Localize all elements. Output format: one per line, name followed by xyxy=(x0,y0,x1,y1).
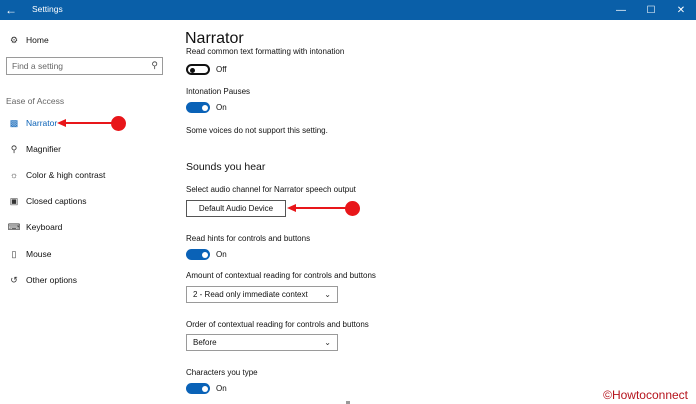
app-title: Settings xyxy=(32,4,63,14)
narrator-icon: ▩ xyxy=(9,117,19,128)
audio-channel-button[interactable]: Default Audio Device xyxy=(186,200,286,217)
title-bar xyxy=(0,0,696,20)
keyboard-icon: ⌨ xyxy=(7,221,21,232)
sidebar-item-label: Magnifier xyxy=(26,144,61,154)
read-hints-state: On xyxy=(216,250,227,259)
intonation-pauses-label: Intonation Pauses xyxy=(186,87,251,96)
page-title: Narrator xyxy=(185,30,244,47)
sidebar-item-label: Mouse xyxy=(26,249,52,259)
sidebar-item-label: Home xyxy=(26,35,49,45)
sidebar-item-other-options[interactable]: ↺ Other options xyxy=(6,271,77,289)
contextual-amount-select[interactable]: 2 - Read only immediate context ⌄ xyxy=(186,286,338,303)
sidebar-item-keyboard[interactable]: ⌨ Keyboard xyxy=(6,218,63,236)
search-icon[interactable]: ⚲ xyxy=(151,60,158,71)
magnifier-icon: ⚲ xyxy=(10,143,18,154)
closed-captions-icon: ▣ xyxy=(9,195,19,206)
annotation-arrow-line xyxy=(64,122,114,124)
watermark: ©Howtoconnect xyxy=(603,388,688,402)
chevron-down-icon: ⌄ xyxy=(324,338,331,347)
intonation-pauses-toggle[interactable] xyxy=(186,102,210,113)
sidebar-item-home[interactable]: ⚙ Home xyxy=(6,31,49,49)
chevron-down-icon: ⌄ xyxy=(324,290,331,299)
voices-note: Some voices do not support this setting. xyxy=(186,126,328,135)
sidebar-item-narrator[interactable]: ▩ Narrator xyxy=(6,114,57,132)
maximize-button[interactable]: ☐ xyxy=(636,0,666,20)
section-label: Ease of Access xyxy=(6,96,65,106)
sidebar-item-closed-captions[interactable]: ▣ Closed captions xyxy=(6,192,87,210)
contextual-order-value: Before xyxy=(193,338,217,347)
sidebar-item-color-high-contrast[interactable]: ☼ Color & high contrast xyxy=(6,166,106,184)
sidebar-item-label: Narrator xyxy=(26,118,58,128)
characters-state: On xyxy=(216,384,227,393)
sidebar-item-label: Closed captions xyxy=(26,196,87,206)
search-placeholder: Find a setting xyxy=(12,61,64,71)
sidebar-item-label: Keyboard xyxy=(26,222,63,232)
sidebar-item-label: Other options xyxy=(26,275,78,285)
sidebar-item-mouse[interactable]: ▯ Mouse xyxy=(6,245,52,263)
contextual-amount-value: 2 - Read only immediate context xyxy=(193,290,308,299)
audio-channel-label: Select audio channel for Narrator speech… xyxy=(186,185,356,194)
sounds-heading: Sounds you hear xyxy=(186,161,266,173)
sidebar-item-label: Color & high contrast xyxy=(26,170,106,180)
read-formatting-toggle[interactable] xyxy=(186,64,210,75)
search-input[interactable]: Find a setting ⚲ xyxy=(6,57,163,75)
intonation-pauses-state: On xyxy=(216,103,227,112)
read-hints-label: Read hints for controls and buttons xyxy=(186,234,311,243)
color-contrast-icon: ☼ xyxy=(9,170,19,180)
contextual-order-select[interactable]: Before ⌄ xyxy=(186,334,338,351)
mouse-icon: ▯ xyxy=(11,248,17,259)
contextual-amount-label: Amount of contextual reading for control… xyxy=(186,271,376,280)
annotation-dot xyxy=(345,201,360,216)
contextual-order-label: Order of contextual reading for controls… xyxy=(186,320,369,329)
close-button[interactable]: ✕ xyxy=(666,0,696,20)
annotation-arrow-line xyxy=(294,207,350,209)
read-formatting-state: Off xyxy=(216,65,227,74)
read-hints-toggle[interactable] xyxy=(186,249,210,260)
gear-icon: ⚙ xyxy=(9,34,19,45)
read-formatting-label: Read common text formatting with intonat… xyxy=(186,47,345,56)
characters-toggle[interactable] xyxy=(186,383,210,394)
annotation-dot xyxy=(111,116,126,131)
back-arrow-icon[interactable]: ← xyxy=(0,0,22,20)
minimize-button[interactable]: — xyxy=(606,0,636,20)
other-options-icon: ↺ xyxy=(10,274,18,285)
sidebar-item-magnifier[interactable]: ⚲ Magnifier xyxy=(6,140,61,158)
characters-label: Characters you type xyxy=(186,368,258,377)
